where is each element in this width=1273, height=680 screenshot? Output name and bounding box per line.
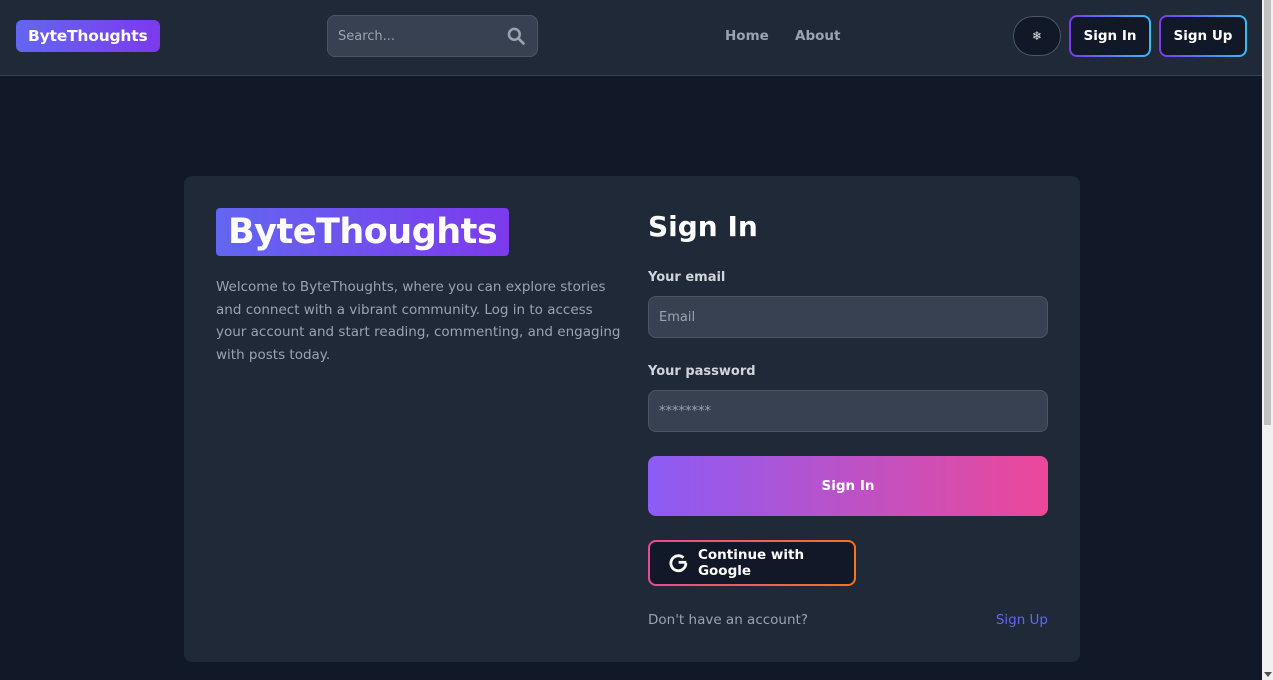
- theme-toggle-button[interactable]: ❄: [1013, 16, 1061, 56]
- email-field[interactable]: [648, 296, 1048, 338]
- google-icon: [669, 554, 688, 573]
- signin-form: Sign In Your email Your password Sign In…: [648, 176, 1048, 662]
- scroll-down-arrow-icon[interactable]: [1264, 672, 1272, 677]
- signin-card: ByteThoughts Welcome to ByteThoughts, wh…: [184, 176, 1080, 662]
- nav-home-link[interactable]: Home: [725, 28, 769, 44]
- header-signup-button[interactable]: Sign Up: [1159, 15, 1247, 57]
- brand-logo[interactable]: ByteThoughts: [16, 20, 160, 52]
- card-brand-logo: ByteThoughts: [216, 208, 510, 256]
- header-signin-button[interactable]: Sign In: [1069, 15, 1151, 57]
- email-label: Your email: [648, 270, 726, 285]
- password-label: Your password: [648, 364, 756, 379]
- no-account-text: Don't have an account?: [648, 612, 808, 628]
- nav-about-link[interactable]: About: [795, 28, 840, 44]
- signup-link[interactable]: Sign Up: [996, 612, 1048, 628]
- form-title: Sign In: [648, 210, 758, 243]
- search-icon[interactable]: [506, 26, 526, 46]
- google-signin-button[interactable]: Continue with Google: [648, 540, 856, 586]
- search-box: [327, 15, 538, 57]
- snowflake-icon: ❄: [1031, 29, 1043, 43]
- signin-submit-button[interactable]: Sign In: [648, 456, 1048, 516]
- vertical-scrollbar[interactable]: [1262, 0, 1273, 680]
- scrollbar-thumb[interactable]: [1264, 0, 1271, 425]
- welcome-text: Welcome to ByteThoughts, where you can e…: [216, 279, 621, 363]
- top-navbar: ByteThoughts Home About ❄ Sign In Sign U…: [0, 0, 1262, 76]
- page: ByteThoughts Home About ❄ Sign In Sign U…: [0, 0, 1273, 680]
- search-input[interactable]: [338, 28, 498, 44]
- google-signin-label: Continue with Google: [697, 547, 805, 579]
- password-field[interactable]: [648, 390, 1048, 432]
